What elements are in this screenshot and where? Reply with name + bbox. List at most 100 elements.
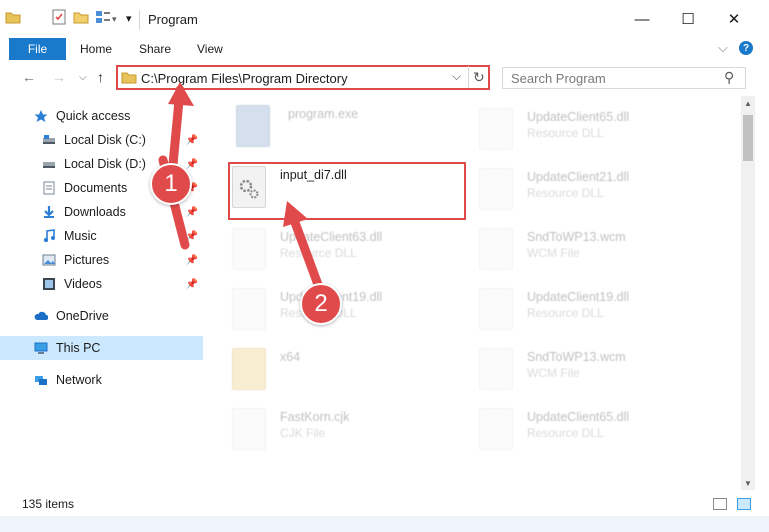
address-folder-icon xyxy=(121,70,137,89)
star-icon xyxy=(34,109,48,123)
sidebar-item-label: Local Disk (D:) xyxy=(64,157,146,171)
view-options-dropdown-icon[interactable]: ▾ xyxy=(112,14,117,25)
file-type: Resource DLL xyxy=(527,306,604,320)
drive-icon xyxy=(42,157,56,171)
properties-icon[interactable] xyxy=(51,9,67,25)
dll-file-icon xyxy=(232,288,266,330)
title-divider xyxy=(139,10,140,30)
list-item[interactable]: FastKorn.cjk CJK File xyxy=(232,408,472,458)
callout-arrows xyxy=(158,82,194,250)
sidebar-item-label: Videos xyxy=(64,277,102,291)
up-button[interactable]: ↑ xyxy=(97,69,104,85)
forward-button[interactable]: → xyxy=(52,69,66,85)
bottom-strip xyxy=(0,516,769,532)
refresh-icon[interactable]: ↻ xyxy=(473,69,485,86)
file-type: WCM File xyxy=(527,246,580,260)
item-count: 135 items xyxy=(22,497,75,511)
details-view-icon[interactable] xyxy=(713,498,727,510)
sidebar-item-this-pc[interactable]: This PC xyxy=(34,337,212,359)
list-item[interactable]: SndToWP13.wcm WCM File xyxy=(479,228,719,278)
sidebar-item-label: Local Disk (C:) xyxy=(64,133,146,147)
search-icon[interactable]: ⚲ xyxy=(724,69,734,86)
file-icon xyxy=(479,348,513,390)
file-name: FastKorn.cjk xyxy=(280,410,350,424)
download-icon xyxy=(42,205,56,219)
dll-file-icon xyxy=(479,288,513,330)
customize-toolbar-icon[interactable]: ▾ xyxy=(126,12,132,25)
large-icons-view-icon[interactable] xyxy=(737,498,751,510)
documents-icon xyxy=(42,181,56,195)
expand-ribbon-icon[interactable]: ⌵ xyxy=(718,40,728,56)
scroll-up-icon[interactable]: ▲ xyxy=(744,99,752,108)
minimize-button[interactable]: — xyxy=(619,0,665,38)
maximize-button[interactable]: ☐ xyxy=(665,0,711,38)
list-item[interactable]: UpdateClient63.dll Resource DLL xyxy=(232,228,472,278)
folder-icon xyxy=(5,9,21,25)
dll-file-icon xyxy=(479,168,513,210)
tab-file[interactable]: File xyxy=(9,38,66,60)
file-icon xyxy=(479,228,513,270)
file-name: program.exe xyxy=(288,107,359,121)
list-item[interactable]: UpdateClient65.dll Resource DLL xyxy=(479,108,719,158)
dll-file-icon xyxy=(479,108,513,150)
tab-share[interactable]: Share xyxy=(139,42,171,56)
file-name: UpdateClient19.dll xyxy=(527,290,630,304)
list-item[interactable]: x64 xyxy=(232,348,472,398)
file-name: UpdateClient65.dll xyxy=(527,410,630,424)
list-item[interactable]: SndToWP13.wcm WCM File xyxy=(479,348,719,398)
sidebar-item-label: Quick access xyxy=(56,109,131,123)
folder-icon xyxy=(232,348,266,390)
address-dropdown-icon[interactable]: ⌵ xyxy=(452,69,461,84)
file-type: WCM File xyxy=(527,366,580,380)
sidebar-item-label: Pictures xyxy=(64,253,110,267)
sidebar-item-label: This PC xyxy=(56,341,101,355)
list-item[interactable]: UpdateClient19.dll Resource DLL xyxy=(232,288,472,338)
ribbon-bar xyxy=(0,38,769,60)
search-placeholder: Search Program xyxy=(511,71,606,86)
scrollbar-thumb[interactable] xyxy=(743,115,753,161)
file-type: CJK File xyxy=(280,426,326,440)
dll-file-icon xyxy=(479,408,513,450)
sidebar-item-label: Music xyxy=(64,229,97,243)
help-icon[interactable]: ? xyxy=(739,41,753,55)
network-icon xyxy=(34,373,48,387)
sidebar-item-label: Documents xyxy=(64,181,128,195)
sidebar-item-videos[interactable]: Videos 📌 xyxy=(42,273,204,295)
highlight-box xyxy=(228,162,466,220)
list-item[interactable]: UpdateClient21.dll Resource DLL xyxy=(479,168,719,218)
view-options-icon[interactable] xyxy=(95,9,111,25)
scroll-down-icon[interactable]: ▼ xyxy=(744,479,752,488)
pictures-icon xyxy=(42,253,56,267)
videos-icon xyxy=(42,277,56,291)
recent-locations-button[interactable]: ⌵ xyxy=(79,72,87,83)
sidebar-item-label: Downloads xyxy=(64,205,126,219)
file-name: SndToWP13.wcm xyxy=(527,350,626,364)
sidebar-item-pictures[interactable]: Pictures 📌 xyxy=(42,249,204,271)
sidebar-item-onedrive[interactable]: OneDrive xyxy=(34,305,212,327)
drive-icon xyxy=(42,133,56,147)
list-item[interactable]: UpdateClient19.dll Resource DLL xyxy=(479,288,719,338)
pin-icon[interactable]: 📌 xyxy=(186,255,198,266)
callout-badge-1: 1 xyxy=(150,163,192,205)
file-name: x64 xyxy=(280,350,301,364)
new-folder-icon[interactable] xyxy=(73,9,89,25)
tab-view[interactable]: View xyxy=(197,42,223,56)
pin-icon[interactable]: 📌 xyxy=(186,279,198,290)
sidebar-item-label: OneDrive xyxy=(56,309,109,323)
file-name: SndToWP13.wcm xyxy=(527,230,626,244)
file-name: UpdateClient65.dll xyxy=(527,110,630,124)
cloud-icon xyxy=(34,309,49,323)
sidebar-item-network[interactable]: Network xyxy=(34,369,212,391)
window-title: Program xyxy=(148,12,198,27)
tab-home[interactable]: Home xyxy=(80,42,112,56)
file-type: Resource DLL xyxy=(527,186,604,200)
close-button[interactable]: ✕ xyxy=(711,0,757,38)
music-icon xyxy=(42,229,56,243)
list-item[interactable]: UpdateClient65.dll Resource DLL xyxy=(479,408,719,458)
computer-icon xyxy=(34,341,48,355)
file-name: UpdateClient21.dll xyxy=(527,170,630,184)
list-item[interactable]: program.exe xyxy=(236,105,476,155)
back-button[interactable]: ← xyxy=(22,69,36,85)
status-bar xyxy=(0,490,769,516)
file-type: Resource DLL xyxy=(527,126,604,140)
